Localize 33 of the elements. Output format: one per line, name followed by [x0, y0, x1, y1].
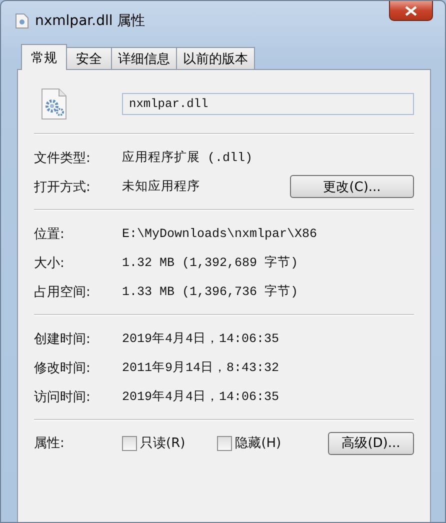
- close-button[interactable]: [389, 1, 433, 21]
- file-gear-icon: [40, 88, 68, 120]
- tab[interactable]: 详细信息: [111, 47, 177, 69]
- field-label: 打开方式:: [34, 178, 92, 196]
- field-label: 创建时间:: [34, 330, 92, 348]
- field-label: 文件类型:: [34, 150, 92, 166]
- file-icon: [15, 13, 29, 29]
- field-value: 2019年4月4日，14:06:35: [122, 389, 280, 405]
- field-value: 2019年4月4日，14:06:35: [122, 331, 280, 347]
- checkbox[interactable]: [122, 436, 137, 450]
- change-button[interactable]: 更改(C)...: [290, 175, 414, 198]
- close-icon: [405, 6, 417, 16]
- field-label: 属性:: [34, 435, 66, 452]
- field-value: 1.33 MB (1,396,736 字节): [122, 284, 300, 300]
- field-value: 未知应用程序: [122, 178, 201, 195]
- field-label: 占用空间:: [34, 284, 92, 300]
- checkbox[interactable]: [217, 436, 232, 450]
- field-value: 2011年9月14日，8:43:32: [122, 360, 280, 376]
- window-title: nxmlpar.dll 属性: [35, 12, 146, 30]
- tab[interactable]: 安全: [66, 47, 112, 69]
- advanced-button[interactable]: 高级(D)...: [328, 432, 414, 454]
- checkbox-label: 隐藏(H): [235, 435, 282, 452]
- tab[interactable]: 以前的版本: [176, 47, 255, 69]
- field-value: E:\MyDownloads\nxmlpar\X86: [122, 226, 318, 240]
- tab[interactable]: 常规: [21, 44, 67, 70]
- file-name-field[interactable]: nxmlpar.dll: [122, 93, 414, 115]
- field-label: 大小:: [34, 254, 66, 272]
- field-value: 应用程序扩展 (.dll): [122, 150, 254, 166]
- checkbox-label: 只读(R): [140, 435, 186, 452]
- field-value: 1.32 MB (1,392,689 字节): [122, 254, 300, 271]
- field-label: 访问时间:: [34, 388, 92, 406]
- field-label: 位置:: [34, 226, 66, 242]
- field-label: 修改时间:: [34, 360, 92, 376]
